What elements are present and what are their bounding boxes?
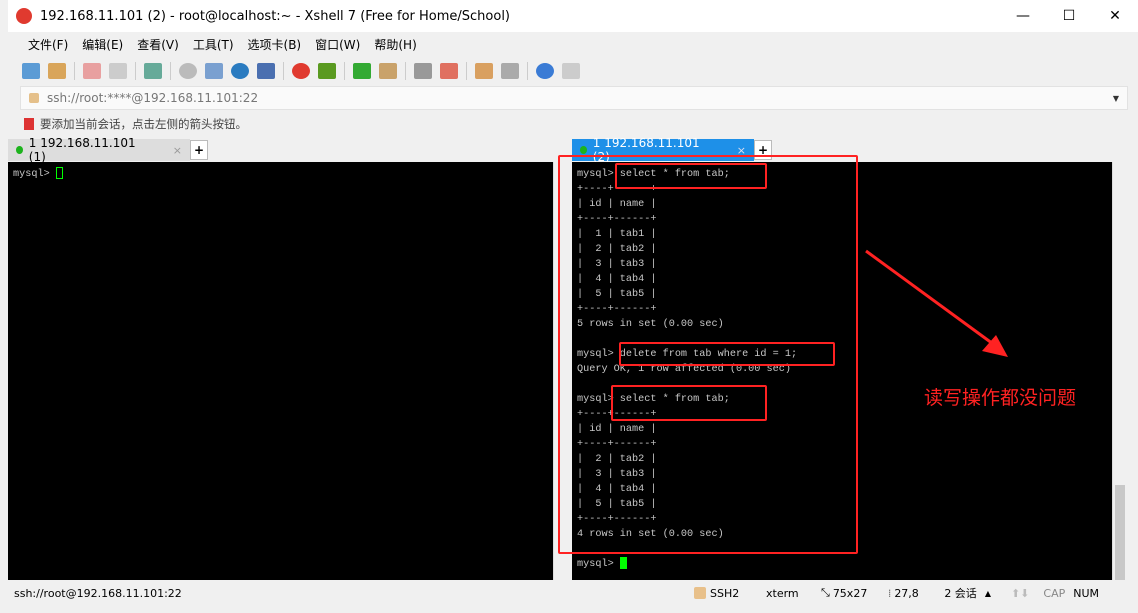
menu-help[interactable]: 帮助(H) bbox=[374, 36, 416, 53]
separator bbox=[527, 62, 528, 80]
lock-icon bbox=[29, 93, 39, 103]
separator bbox=[74, 62, 75, 80]
chevron-up-icon[interactable]: ▲ bbox=[985, 589, 991, 598]
transfer-icon[interactable] bbox=[205, 63, 223, 79]
address-input[interactable]: ssh://root:****@192.168.11.101:22 bbox=[47, 91, 258, 105]
globe-icon[interactable] bbox=[231, 63, 249, 79]
status-bar: ssh://root@192.168.11.101:22 SSH2 xterm … bbox=[8, 582, 1130, 604]
status-cap: CAP bbox=[1043, 586, 1066, 600]
title-bar: 192.168.11.101 (2) - root@localhost:~ - … bbox=[8, 0, 1138, 32]
menu-window[interactable]: 窗口(W) bbox=[315, 36, 360, 53]
separator bbox=[344, 62, 345, 80]
left-tab-bar: 1 192.168.11.101 (1) × + bbox=[8, 136, 208, 164]
disconnect-icon[interactable] bbox=[109, 63, 127, 79]
menu-edit[interactable]: 编辑(E) bbox=[82, 36, 123, 53]
tab-session-1[interactable]: 1 192.168.11.101 (1) × bbox=[8, 136, 190, 164]
properties-icon[interactable] bbox=[144, 63, 162, 79]
separator bbox=[466, 62, 467, 80]
status-size: 75x27 bbox=[832, 586, 868, 600]
cursor-position-icon: ⁞ bbox=[887, 586, 892, 600]
new-tab-button[interactable]: + bbox=[190, 140, 208, 160]
menu-tabs[interactable]: 选项卡(B) bbox=[248, 36, 302, 53]
hint-text: 要添加当前会话，点击左侧的箭头按钮。 bbox=[40, 117, 247, 131]
separator bbox=[405, 62, 406, 80]
chevron-down-icon[interactable]: ▼ bbox=[1113, 94, 1119, 103]
xshell-logo-icon bbox=[16, 8, 32, 24]
layout-icon[interactable] bbox=[501, 63, 519, 79]
chat-icon[interactable] bbox=[562, 63, 580, 79]
open-folder-icon[interactable] bbox=[48, 63, 66, 79]
annotation-text: 读写操作都没问题 bbox=[924, 387, 1077, 409]
tab-label: 1 192.168.11.101 (1) bbox=[28, 136, 136, 164]
search-icon[interactable] bbox=[179, 63, 197, 79]
annotation-box bbox=[619, 342, 835, 366]
close-tab-icon[interactable]: × bbox=[173, 144, 182, 157]
session-hint: 要添加当前会话，点击左侧的箭头按钮。 bbox=[24, 116, 247, 132]
close-button[interactable]: ✕ bbox=[1092, 0, 1138, 32]
right-scrollbar[interactable] bbox=[1112, 162, 1127, 580]
terminal-prompt: mysql> bbox=[13, 169, 56, 180]
status-sessions[interactable]: 2 会话 bbox=[944, 585, 977, 601]
help-icon[interactable] bbox=[536, 63, 554, 79]
highlight-icon[interactable] bbox=[440, 63, 458, 79]
menu-file[interactable]: 文件(F) bbox=[28, 36, 68, 53]
connect-icon[interactable] bbox=[83, 63, 101, 79]
annotation-box bbox=[611, 385, 767, 421]
status-terminal-type: xterm bbox=[766, 586, 799, 600]
connected-status-icon bbox=[16, 146, 23, 154]
terminal-cursor bbox=[55, 167, 63, 180]
window-title: 192.168.11.101 (2) - root@localhost:~ - … bbox=[40, 8, 510, 24]
menu-view[interactable]: 查看(V) bbox=[137, 36, 179, 53]
connected-status-icon bbox=[580, 146, 587, 154]
status-connection: ssh://root@192.168.11.101:22 bbox=[14, 586, 182, 600]
left-terminal[interactable]: mysql> bbox=[8, 162, 553, 580]
new-folder-icon[interactable] bbox=[475, 63, 493, 79]
separator bbox=[135, 62, 136, 80]
separator bbox=[170, 62, 171, 80]
keyboard-icon[interactable] bbox=[414, 63, 432, 79]
annotation-arrow-icon bbox=[865, 249, 1008, 357]
font-icon[interactable] bbox=[257, 63, 275, 79]
address-bar[interactable]: ssh://root:****@192.168.11.101:22 ▼ bbox=[20, 86, 1128, 110]
xftp-icon[interactable] bbox=[318, 63, 336, 79]
minimize-button[interactable]: — bbox=[1000, 0, 1046, 32]
resize-icon: ⤡ bbox=[821, 586, 830, 599]
up-down-arrows-icon[interactable]: ⬆⬇ bbox=[1011, 587, 1029, 600]
maximize-button[interactable]: ☐ bbox=[1046, 0, 1092, 32]
terminal-cursor bbox=[619, 557, 627, 570]
menu-bar: 文件(F) 编辑(E) 查看(V) 工具(T) 选项卡(B) 窗口(W) 帮助(… bbox=[8, 32, 1138, 56]
separator bbox=[283, 62, 284, 80]
annotation-box bbox=[615, 163, 767, 189]
status-num: NUM bbox=[1073, 586, 1100, 600]
terminal-prompt: mysql> bbox=[577, 559, 620, 570]
bookmark-arrow-icon[interactable] bbox=[24, 118, 34, 130]
status-cursor: 27,8 bbox=[894, 586, 919, 600]
lock-icon bbox=[694, 587, 706, 599]
status-protocol: SSH2 bbox=[710, 586, 740, 600]
fullscreen-icon[interactable] bbox=[353, 63, 371, 79]
lock-icon[interactable] bbox=[379, 63, 397, 79]
xshell-icon[interactable] bbox=[292, 63, 310, 79]
toolbar bbox=[8, 58, 1138, 84]
new-session-icon[interactable] bbox=[22, 63, 40, 79]
menu-tools[interactable]: 工具(T) bbox=[193, 36, 234, 53]
scrollbar-thumb[interactable] bbox=[1115, 485, 1125, 580]
